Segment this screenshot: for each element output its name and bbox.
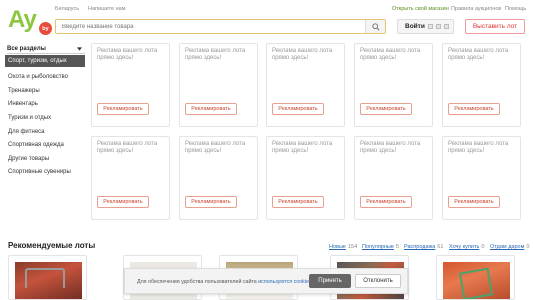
filter-give-away[interactable]: Отдам даром 0 [490,244,529,250]
sidebar-item[interactable]: Туризм и отдых [8,115,51,121]
filter-count: 154 [347,244,358,250]
search-icon [371,22,380,31]
filter-label: Хочу купить [449,244,480,250]
ad-slot: Рекламa вашего лота прямо здесь! Реклами… [91,136,170,220]
ad-slot-text: Рекламa вашего лота прямо здесь! [97,141,158,154]
login-button[interactable]: Войти [397,19,454,34]
ad-slot-text: Рекламa вашего лота прямо здесь! [185,48,246,61]
region-link[interactable]: Беларусь [55,6,79,12]
logo-text: Ay [8,6,37,33]
filter-popular[interactable]: Популярные 5 [362,244,399,250]
filter-count: 61 [437,244,444,250]
sidebar-item[interactable]: Тренажеры [8,88,40,94]
lot-image[interactable] [15,262,82,299]
ad-slot-text: Рекламa вашего лота прямо здесь! [448,48,509,61]
help-link[interactable]: Помощь [505,6,526,12]
cookie-text-before: Для обеспечения удобства пользователей с… [137,279,259,285]
contact-link[interactable]: Напишите нам [88,6,126,12]
filter-label: Новые [329,244,346,250]
sidebar-item[interactable]: Другие товары [8,156,49,162]
site-logo[interactable]: Ay by [8,6,52,35]
recommended-title: Рекомендуемые лоты [8,241,96,250]
ad-slot: Рекламa вашего лота прямо здесь! Реклами… [179,136,258,220]
ad-slot: Рекламa вашего лота прямо здесь! Реклами… [266,43,345,127]
advertise-button[interactable]: Рекламировать [448,196,500,208]
social-login-icon[interactable] [427,24,433,29]
auction-rules-link[interactable]: Правила аукционов [451,6,501,12]
filter-count: 5 [395,244,399,250]
ad-slot: Рекламa вашего лота прямо здесь! Реклами… [91,43,170,127]
search-button[interactable] [365,20,385,33]
advertise-button[interactable]: Рекламировать [272,196,324,208]
ad-slot: Рекламa вашего лота прямо здесь! Реклами… [266,136,345,220]
social-login-icon[interactable] [435,24,441,29]
sidebar-item[interactable]: Спортивная одежда [8,142,64,148]
cookie-accept-button[interactable]: Принять [309,274,351,288]
post-lot-button[interactable]: Выставить лот [465,19,525,34]
filter-new[interactable]: Новые 154 [329,244,357,250]
filter-label: Распродажа [404,244,436,250]
ad-slot-text: Рекламa вашего лота прямо здесь! [272,48,333,61]
cookie-banner: Для обеспечения удобства пользователей с… [124,268,408,294]
filter-count: 0 [481,244,485,250]
login-label: Войти [405,23,425,30]
chevron-down-icon [77,46,82,51]
ad-slot-text: Рекламa вашего лота прямо здесь! [360,141,421,154]
ad-slot-text: Рекламa вашего лота прямо здесь! [360,48,421,61]
all-categories-header[interactable]: Все разделы [7,44,85,54]
advertise-button[interactable]: Рекламировать [360,103,412,115]
advertise-button[interactable]: Рекламировать [448,103,500,115]
filter-label: Отдам даром [490,244,525,250]
advertise-button[interactable]: Рекламировать [360,196,412,208]
cookie-text: Для обеспечения удобства пользователей с… [137,279,313,285]
filter-want-to-buy[interactable]: Хочу купить 0 [449,244,484,250]
advertise-button[interactable]: Рекламировать [97,103,149,115]
sidebar-item[interactable]: Охота и рыболовство [8,74,68,80]
ad-slot-text: Рекламa вашего лота прямо здесь! [448,141,509,154]
advertise-button[interactable]: Рекламировать [272,103,324,115]
open-shop-link[interactable]: Открыть свой магазин [392,6,449,12]
ad-slot: Рекламa вашего лота прямо здесь! Реклами… [442,43,521,127]
lot-image[interactable] [443,262,510,299]
sidebar-item[interactable]: Спортивные сувениры [8,169,71,175]
search-bar [55,19,386,34]
sidebar-item-selected[interactable]: Спорт, туризм, отдых [5,55,85,67]
cookie-decline-button[interactable]: Отклонить [355,274,401,288]
filter-sale[interactable]: Распродажа 61 [404,244,443,250]
ad-slot-text: Рекламa вашего лота прямо здесь! [185,141,246,154]
logo-badge: by [39,22,52,35]
filter-label: Популярные [362,244,394,250]
ad-slot: Рекламa вашего лота прямо здесь! Реклами… [354,136,433,220]
ad-slot: Рекламa вашего лота прямо здесь! Реклами… [179,43,258,127]
ad-slot: Рекламa вашего лота прямо здесь! Реклами… [442,136,521,220]
advertise-button[interactable]: Рекламировать [185,103,237,115]
ad-slot: Рекламa вашего лота прямо здесь! Реклами… [354,43,433,127]
lot-card[interactable] [436,255,515,300]
search-input[interactable] [56,20,364,33]
social-login-icon[interactable] [443,24,449,29]
ad-slot-text: Рекламa вашего лота прямо здесь! [97,48,158,61]
all-categories-label: Все разделы [7,45,46,52]
sidebar-item[interactable]: Инвентарь [8,101,38,107]
advertise-button[interactable]: Рекламировать [185,196,237,208]
filter-count: 0 [526,244,530,250]
cookie-policy-link[interactable]: используются cookies [258,279,311,285]
advertise-button[interactable]: Рекламировать [97,196,149,208]
sidebar-item[interactable]: Для фитнеса [8,129,45,135]
lot-card[interactable] [8,255,87,300]
ad-slot-text: Рекламa вашего лота прямо здесь! [272,141,333,154]
